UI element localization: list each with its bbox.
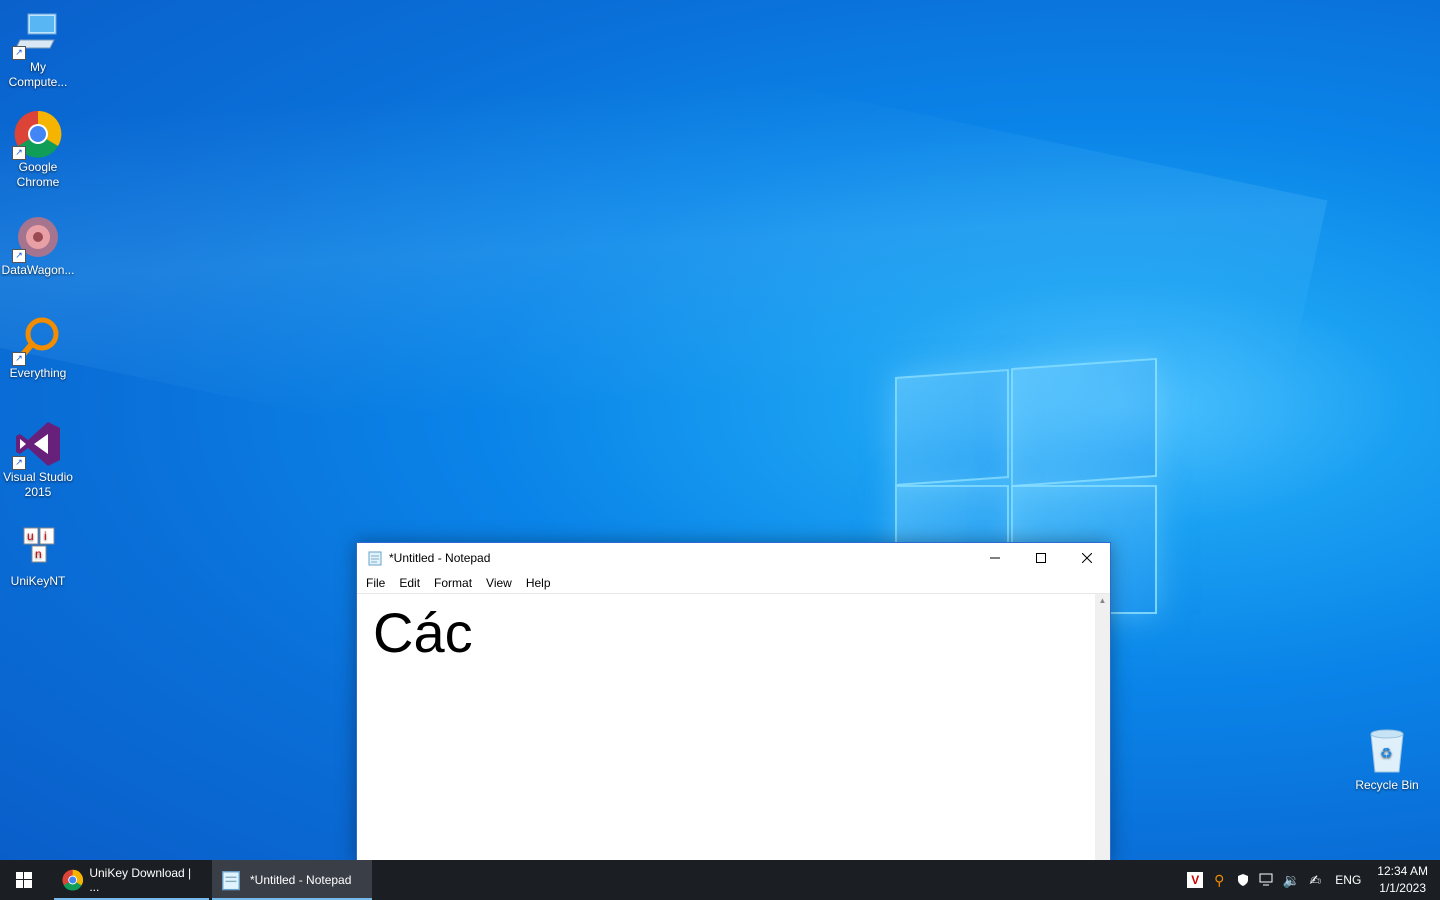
desktop-icon-recycle-bin[interactable]: ♻ Recycle Bin <box>1349 728 1425 793</box>
everything-tray-icon[interactable]: ⚲ <box>1208 869 1230 891</box>
chrome-icon <box>62 869 84 891</box>
network-icon[interactable] <box>1256 869 1278 891</box>
svg-text:♻: ♻ <box>1380 746 1393 762</box>
computer-icon: ↗ <box>12 10 62 60</box>
unikey-icon: u i n <box>14 524 62 572</box>
desktop-icon-unikeynt[interactable]: u i n UniKeyNT <box>0 524 76 589</box>
shortcut-arrow-icon: ↗ <box>12 249 26 263</box>
pen-icon[interactable]: ✍ <box>1304 869 1326 891</box>
close-icon <box>1082 553 1092 563</box>
text-editor-area[interactable]: Các <box>357 594 1095 861</box>
desktop-icon-label: DataWagon... <box>1 263 75 277</box>
language-indicator[interactable]: ENG <box>1328 869 1368 891</box>
maximize-button[interactable] <box>1018 543 1064 573</box>
scroll-up-icon[interactable]: ▲ <box>1095 596 1110 605</box>
taskbar-item-chrome[interactable]: UniKey Download | ... <box>54 860 209 900</box>
shortcut-arrow-icon: ↗ <box>12 352 26 366</box>
recycle-bin-icon: ♻ <box>1363 728 1411 776</box>
desktop-icon-label: My Compute... <box>8 60 68 89</box>
desktop-icon-datawagon[interactable]: ↗ DataWagon... <box>0 213 76 278</box>
visual-studio-icon: ↗ <box>12 420 62 470</box>
desktop-icon-label: Everything <box>9 366 67 380</box>
window-title: *Untitled - Notepad <box>389 551 491 565</box>
menu-help[interactable]: Help <box>519 573 558 593</box>
security-shield-icon[interactable] <box>1232 869 1254 891</box>
desktop-icon-my-computer[interactable]: ↗ My Compute... <box>0 10 76 90</box>
svg-text:u: u <box>27 529 34 543</box>
clock-date: 1/1/2023 <box>1379 881 1426 895</box>
datawagon-icon: ↗ <box>12 213 62 263</box>
menu-format[interactable]: Format <box>427 573 479 593</box>
menu-bar: File Edit Format View Help <box>357 573 1110 594</box>
desktop-icon-label: Visual Studio 2015 <box>3 470 73 499</box>
clock[interactable]: 12:34 AM 1/1/2023 <box>1369 863 1440 897</box>
minimize-button[interactable] <box>972 543 1018 573</box>
everything-search-icon: ↗ <box>12 316 62 366</box>
notepad-icon <box>368 551 382 566</box>
desktop-icon-google-chrome[interactable]: ↗ Google Chrome <box>0 110 76 190</box>
desktop-icon-everything[interactable]: ↗ Everything <box>0 316 76 381</box>
close-button[interactable] <box>1064 543 1110 573</box>
notepad-title-bar[interactable]: *Untitled - Notepad <box>357 543 1110 573</box>
taskbar-item-label: UniKey Download | ... <box>89 866 192 894</box>
volume-icon[interactable]: 🔉 <box>1280 869 1302 891</box>
clock-time: 12:34 AM <box>1377 864 1428 878</box>
vertical-scrollbar[interactable]: ▲ <box>1095 594 1110 861</box>
system-tray: V ⚲ 🔉 ✍ ENG 12:34 AM 1/1/2023 <box>1183 860 1440 900</box>
taskbar: UniKey Download | ... *Untitled - Notepa… <box>0 860 1440 900</box>
menu-edit[interactable]: Edit <box>392 573 427 593</box>
desktop-icon-label: Recycle Bin <box>1355 778 1419 792</box>
notepad-icon <box>222 871 240 891</box>
notepad-window[interactable]: *Untitled - Notepad File Edit Format Vie… <box>356 542 1111 862</box>
maximize-icon <box>1036 553 1046 563</box>
desktop-icon-visual-studio[interactable]: ↗ Visual Studio 2015 <box>0 420 76 500</box>
windows-start-icon <box>16 872 32 888</box>
menu-file[interactable]: File <box>359 573 392 593</box>
shortcut-arrow-icon: ↗ <box>12 456 26 470</box>
unikey-v-icon[interactable]: V <box>1184 869 1206 891</box>
taskbar-item-notepad[interactable]: *Untitled - Notepad <box>212 860 372 900</box>
desktop-icon-label: Google Chrome <box>16 160 60 189</box>
start-button[interactable] <box>0 860 48 900</box>
taskbar-item-label: *Untitled - Notepad <box>250 873 352 887</box>
svg-text:i: i <box>44 529 47 543</box>
menu-view[interactable]: View <box>479 573 519 593</box>
shortcut-arrow-icon: ↗ <box>12 46 26 60</box>
minimize-icon <box>990 557 1000 559</box>
svg-text:n: n <box>35 547 42 561</box>
desktop-icon-label: UniKeyNT <box>10 574 66 588</box>
chrome-icon: ↗ <box>12 110 62 160</box>
shortcut-arrow-icon: ↗ <box>12 146 26 160</box>
